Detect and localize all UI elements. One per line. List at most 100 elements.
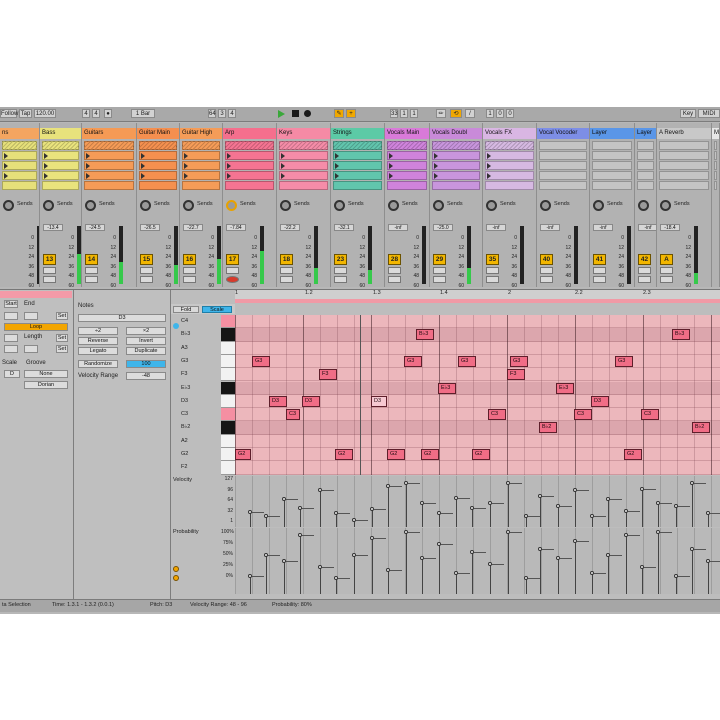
clip-launch-icon[interactable] <box>434 153 438 159</box>
clip-slot[interactable] <box>659 181 709 190</box>
midi-note[interactable]: G2 <box>387 449 405 460</box>
end-position-field[interactable] <box>24 312 38 320</box>
clip-slot[interactable] <box>539 161 587 170</box>
track-title[interactable]: Guitars <box>82 128 136 139</box>
volume-readout[interactable]: -26.5 <box>140 224 160 231</box>
clip-slot[interactable] <box>387 171 427 180</box>
clip-launch-icon[interactable] <box>227 163 231 169</box>
reverse-button[interactable]: Reverse <box>78 337 118 345</box>
loop-brace[interactable] <box>235 299 720 303</box>
quantization-menu[interactable]: 1 Bar <box>131 109 155 118</box>
clip-slot[interactable] <box>182 141 220 150</box>
volume-readout[interactable]: -13.4 <box>43 224 63 231</box>
clip-slot[interactable] <box>539 181 587 190</box>
pan-knob-icon[interactable] <box>226 200 237 211</box>
volume-readout[interactable]: -24.5 <box>85 224 105 231</box>
track-title[interactable]: Guitar Main <box>137 128 179 139</box>
level-meter[interactable] <box>627 226 631 284</box>
groove-select[interactable]: None <box>24 370 68 378</box>
arm-button[interactable] <box>280 276 293 283</box>
midi-note[interactable]: F3 <box>507 369 525 381</box>
start-field[interactable]: Start <box>4 300 18 308</box>
pan-knob-icon[interactable] <box>433 200 444 211</box>
solo-button[interactable] <box>85 267 98 274</box>
clip-slot[interactable] <box>387 141 427 150</box>
clip-slot[interactable] <box>42 161 79 170</box>
lane-toggle-icon[interactable] <box>173 566 179 572</box>
solo-button[interactable] <box>593 267 606 274</box>
track-activator-button[interactable]: 14 <box>85 254 98 265</box>
clip-slot[interactable] <box>84 181 134 190</box>
clip-slot[interactable] <box>279 151 328 160</box>
clip-launch-icon[interactable] <box>335 163 339 169</box>
clip-slot[interactable] <box>225 171 274 180</box>
piano-key[interactable] <box>221 421 235 435</box>
clip-launch-icon[interactable] <box>184 173 188 179</box>
note-grid[interactable]: B♭3B♭3B♭3G3G3G3G3G3F3F3F3E♭3E♭3D3D3D3D3C… <box>235 315 720 475</box>
clip-slot[interactable] <box>659 161 709 170</box>
piano-key[interactable] <box>221 408 235 422</box>
clip-launch-icon[interactable] <box>487 153 491 159</box>
pan-knob-icon[interactable] <box>486 200 497 211</box>
clip-slot[interactable] <box>225 161 274 170</box>
midi-note[interactable]: B♭3 <box>672 329 690 341</box>
loop-start-field[interactable] <box>4 334 18 342</box>
piano-key[interactable] <box>221 368 235 382</box>
clip-slot[interactable] <box>333 171 382 180</box>
clip-slot[interactable] <box>279 161 328 170</box>
pan-knob-icon[interactable] <box>43 200 54 211</box>
solo-button[interactable] <box>486 267 499 274</box>
track-activator-button[interactable]: 41 <box>593 254 606 265</box>
clip-slot[interactable] <box>387 161 427 170</box>
clip-launch-icon[interactable] <box>389 163 393 169</box>
clip-launch-icon[interactable] <box>86 173 90 179</box>
midi-note[interactable]: D3 <box>302 395 320 407</box>
clip-slot[interactable] <box>659 141 709 150</box>
loop-button[interactable]: Loop <box>4 323 68 331</box>
arm-button[interactable] <box>388 276 401 283</box>
time-sig-denominator[interactable]: 4 <box>92 109 100 118</box>
record-icon[interactable] <box>304 110 311 117</box>
midi-note[interactable]: G3 <box>510 355 528 367</box>
clip-slot[interactable] <box>139 181 177 190</box>
midi-note[interactable]: E♭3 <box>438 382 456 394</box>
solo-button[interactable] <box>280 267 293 274</box>
clip-launch-icon[interactable] <box>86 153 90 159</box>
track-title[interactable]: Strings <box>331 128 384 139</box>
arm-button[interactable] <box>540 276 553 283</box>
arm-button[interactable] <box>486 276 499 283</box>
solo-button[interactable] <box>334 267 347 274</box>
clip-launch-icon[interactable] <box>86 163 90 169</box>
midi-note[interactable]: B♭2 <box>539 422 557 434</box>
clip-slot[interactable] <box>432 151 480 160</box>
clip-slot[interactable] <box>182 171 220 180</box>
track-title[interactable]: Layer <box>635 128 656 139</box>
stop-icon[interactable] <box>292 110 299 117</box>
midi-note[interactable]: G2 <box>472 449 490 460</box>
arm-button[interactable] <box>140 276 153 283</box>
clip-slot[interactable] <box>659 171 709 180</box>
track-title[interactable]: Keys <box>277 128 330 139</box>
midi-note[interactable]: G3 <box>458 355 476 367</box>
clip-slot[interactable] <box>539 141 587 150</box>
clip-slot[interactable] <box>225 181 274 190</box>
time-sig-numerator[interactable]: 4 <box>82 109 90 118</box>
loop-length-sixteenth[interactable]: 0 <box>506 109 514 118</box>
clip-slot[interactable] <box>432 141 480 150</box>
volume-readout[interactable]: -18.4 <box>660 224 680 231</box>
piano-key[interactable] <box>221 315 235 329</box>
pan-knob-icon[interactable] <box>638 200 649 211</box>
clip-slot[interactable] <box>42 141 79 150</box>
track-activator-button[interactable]: 13 <box>43 254 56 265</box>
midi-note[interactable]: B♭3 <box>416 329 434 341</box>
set-length-button[interactable]: Set <box>56 334 68 342</box>
midi-note[interactable]: G2 <box>624 449 642 460</box>
clip-slot[interactable] <box>714 181 717 190</box>
midi-note[interactable]: D3 <box>591 395 609 407</box>
clip-launch-icon[interactable] <box>4 163 8 169</box>
loop-start-sixteenth[interactable]: 1 <box>410 109 418 118</box>
clip-slot[interactable] <box>485 161 534 170</box>
clip-launch-icon[interactable] <box>281 173 285 179</box>
clip-launch-icon[interactable] <box>335 173 339 179</box>
pan-knob-icon[interactable] <box>280 200 291 211</box>
